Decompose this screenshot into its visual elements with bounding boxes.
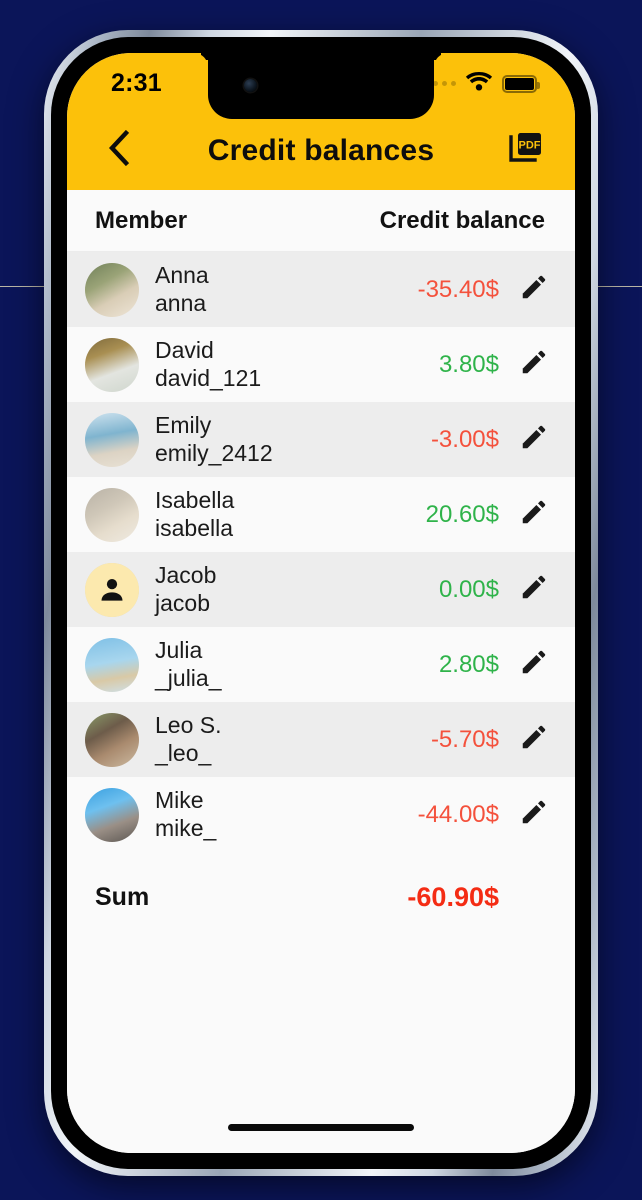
column-header-balance: Credit balance: [379, 206, 545, 234]
credit-balance-value: 3.80$: [438, 350, 499, 378]
pencil-icon: [519, 272, 549, 307]
edit-balance-button[interactable]: [517, 648, 551, 682]
member-display-name: David: [155, 337, 214, 364]
navigation-bar: Credit balances PDF: [67, 111, 575, 190]
credit-balance-value: -5.70$: [430, 725, 499, 753]
member-names: David david_121: [155, 337, 261, 391]
avatar: [85, 262, 139, 317]
pencil-icon: [519, 347, 549, 382]
member-display-name: Isabella: [155, 487, 235, 514]
members-list: Anna anna -35.40$ David david_121 3.80$ Emily e…: [67, 252, 575, 852]
avatar: [85, 412, 139, 467]
avatar: [85, 337, 139, 392]
avatar: [85, 562, 139, 617]
member-names: Julia _julia_: [155, 637, 222, 691]
member-handle: _julia_: [155, 664, 222, 691]
credit-balance-value: -3.00$: [430, 425, 499, 453]
credit-balance-value: 0.00$: [438, 575, 499, 603]
pencil-icon: [519, 647, 549, 682]
person-placeholder-icon: [85, 562, 139, 617]
table-header: Member Credit balance: [67, 190, 575, 252]
member-handle: anna: [155, 289, 207, 316]
member-display-name: Julia: [155, 637, 203, 664]
member-handle: mike_: [155, 814, 217, 841]
credit-balance-value: -35.40$: [417, 275, 499, 303]
member-names: Emily emily_2412: [155, 412, 273, 466]
pencil-icon: [519, 722, 549, 757]
front-camera-icon: [244, 79, 257, 92]
status-time: 2:31: [111, 69, 162, 97]
export-pdf-button[interactable]: PDF: [503, 128, 549, 174]
credit-balance-value: 20.60$: [425, 500, 499, 528]
avatar: [85, 787, 139, 842]
app-header: 2:31 Credit balances PDF: [67, 53, 575, 190]
phone-bezel: 2:31 Credit balances PDF Member Credit b…: [51, 37, 591, 1169]
member-handle: _leo_: [155, 739, 212, 766]
column-header-member: Member: [95, 206, 188, 234]
member-display-name: Emily: [155, 412, 212, 439]
chevron-left-icon: [107, 129, 131, 171]
member-handle: david_121: [155, 364, 262, 391]
member-names: Isabella isabella: [155, 487, 234, 541]
member-display-name: Jacob: [155, 562, 217, 589]
pdf-export-icon: PDF: [506, 128, 546, 173]
member-names: Anna anna: [155, 262, 209, 316]
pencil-icon: [519, 797, 549, 832]
page-title: Credit balances: [207, 133, 435, 167]
table-row[interactable]: David david_121 3.80$: [67, 327, 575, 402]
edit-balance-button[interactable]: [517, 573, 551, 607]
table-row[interactable]: Isabella isabella 20.60$: [67, 477, 575, 552]
pencil-icon: [519, 497, 549, 532]
credit-balance-value: 2.80$: [438, 650, 499, 678]
edit-balance-button[interactable]: [517, 498, 551, 532]
content-area: Member Credit balance Anna anna -35.40$ Dav…: [67, 190, 575, 1153]
edit-balance-button[interactable]: [517, 348, 551, 382]
table-row[interactable]: Anna anna -35.40$: [67, 252, 575, 327]
table-row[interactable]: Jacob jacob 0.00$: [67, 552, 575, 627]
member-names: Mike mike_: [155, 787, 216, 841]
edit-balance-button[interactable]: [517, 798, 551, 832]
summary-row: Sum -60.90$: [67, 852, 575, 942]
phone-screen: 2:31 Credit balances PDF Member Credit b…: [67, 53, 575, 1153]
table-row[interactable]: Emily emily_2412 -3.00$: [67, 402, 575, 477]
member-handle: emily_2412: [155, 439, 273, 466]
member-display-name: Leo S.: [155, 712, 222, 739]
member-names: Jacob jacob: [155, 562, 216, 616]
phone-device-frame: 2:31 Credit balances PDF Member Credit b…: [44, 30, 598, 1176]
battery-full-icon: [502, 74, 540, 93]
member-handle: isabella: [155, 514, 233, 541]
signal-dots-icon: [424, 81, 456, 86]
back-button[interactable]: [97, 129, 141, 173]
summary-label: Sum: [95, 882, 150, 911]
display-notch: [208, 53, 434, 119]
svg-text:PDF: PDF: [519, 139, 541, 151]
status-indicators: [424, 71, 540, 96]
avatar: [85, 637, 139, 692]
home-indicator[interactable]: [228, 1124, 414, 1131]
avatar: [85, 712, 139, 767]
table-row[interactable]: Leo S. _leo_ -5.70$: [67, 702, 575, 777]
pencil-icon: [519, 572, 549, 607]
pencil-icon: [519, 422, 549, 457]
summary-value: -60.90$: [407, 881, 499, 912]
credit-balance-value: -44.00$: [417, 800, 499, 828]
member-handle: jacob: [155, 589, 210, 616]
edit-balance-button[interactable]: [517, 273, 551, 307]
table-row[interactable]: Julia _julia_ 2.80$: [67, 627, 575, 702]
member-display-name: Mike: [155, 787, 204, 814]
avatar: [85, 487, 139, 542]
member-names: Leo S. _leo_: [155, 712, 222, 766]
wifi-icon: [465, 71, 493, 96]
table-row[interactable]: Mike mike_ -44.00$: [67, 777, 575, 852]
status-bar: 2:31: [67, 53, 575, 119]
member-display-name: Anna: [155, 262, 209, 289]
edit-balance-button[interactable]: [517, 723, 551, 757]
edit-balance-button[interactable]: [517, 423, 551, 457]
